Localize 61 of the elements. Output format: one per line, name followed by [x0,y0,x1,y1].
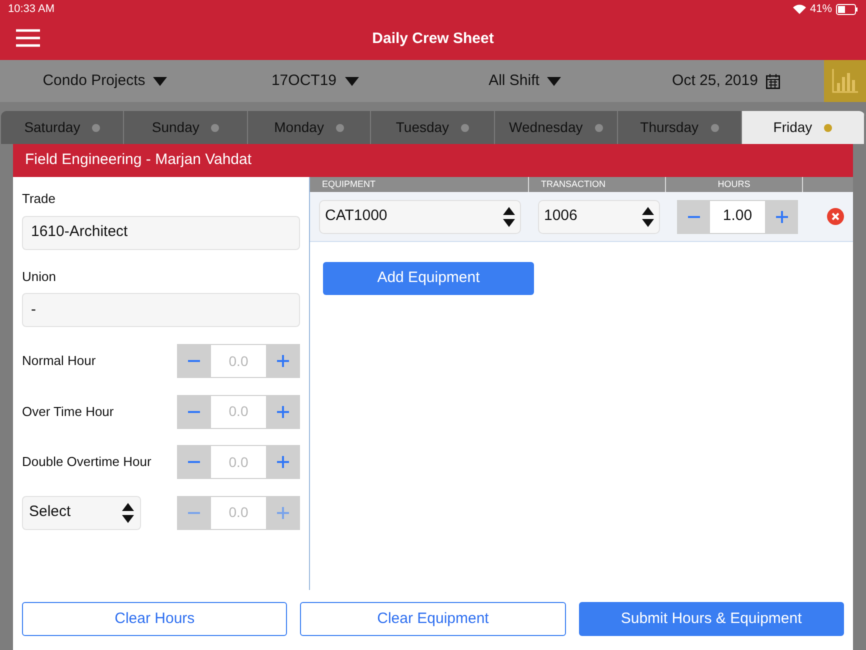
footer-button[interactable]: Submit Hours & Equipment [578,602,844,636]
plus-icon [277,456,289,468]
minus-button[interactable] [177,445,211,479]
footer-button[interactable]: Clear Hours [22,602,288,636]
minus-icon [188,512,200,514]
plus-button[interactable] [266,344,300,378]
calendar-icon [766,74,780,88]
battery-percent: 41% [810,2,832,17]
sort-arrows-icon [642,206,654,226]
plus-icon [277,355,289,367]
plus-icon [277,506,289,518]
screen-title: Daily Crew Sheet [372,28,494,49]
field-label: Union [22,268,57,286]
field-label: Trade [22,190,56,208]
delete-icon[interactable] [827,208,844,225]
hours-input[interactable]: 0.0 [211,445,266,479]
plus-icon [277,406,289,418]
chart-button[interactable] [824,60,866,102]
date-picker[interactable]: Oct 25, 2019 [672,70,780,92]
hours-input[interactable]: 0.0 [211,394,266,428]
sort-arrows-icon [503,206,515,226]
column-header: EQUIPMENT [322,178,376,191]
column-header: HOURS [718,178,750,191]
sort-arrows-icon [122,502,134,522]
text-field[interactable]: - [22,293,300,327]
hours-input[interactable]: 0.0 [211,344,266,378]
footer-button[interactable]: Clear Equipment [300,602,566,636]
hour-label: Over Time Hour [22,402,114,421]
filter-dropdown[interactable]: 17OCT19 [271,70,359,92]
column-header: TRANSACTION [541,178,606,191]
wifi-icon [792,4,806,14]
minus-icon [688,216,700,218]
minus-icon [188,360,200,362]
minus-button[interactable] [177,394,211,428]
caret-icon [153,76,168,86]
minus-button[interactable] [677,200,710,234]
hours-input[interactable]: 1.00 [710,200,765,234]
caret-icon [344,76,359,86]
menu-button[interactable] [16,29,40,47]
caret-icon [547,76,562,86]
plus-button[interactable] [266,445,300,479]
filter-dropdown[interactable]: Condo Projects [42,70,168,92]
card-title: Field Engineering - Marjan Vahdat [25,150,252,170]
plus-button[interactable] [266,394,300,428]
minus-icon [188,410,200,412]
day-tab[interactable]: Saturday [1,111,124,144]
bar-chart-icon [832,69,858,93]
add-equipment-button[interactable]: Add Equipment [323,262,534,295]
hour-label: Double Overtime Hour [22,453,152,472]
equipment-select[interactable]: CAT1000 [319,200,521,234]
plus-button[interactable] [765,200,798,234]
battery-icon [836,4,858,14]
filter-dropdown[interactable]: All Shift [488,70,562,92]
text-field[interactable]: 1610-Architect [22,216,300,250]
day-tab[interactable]: Friday [742,111,865,144]
hour-label: Normal Hour [22,352,96,370]
minus-icon [188,461,200,463]
plus-icon [776,210,788,222]
transaction-select[interactable]: 1006 [538,200,660,234]
minus-button[interactable] [177,344,211,378]
status-time: 10:33 AM [8,2,54,17]
